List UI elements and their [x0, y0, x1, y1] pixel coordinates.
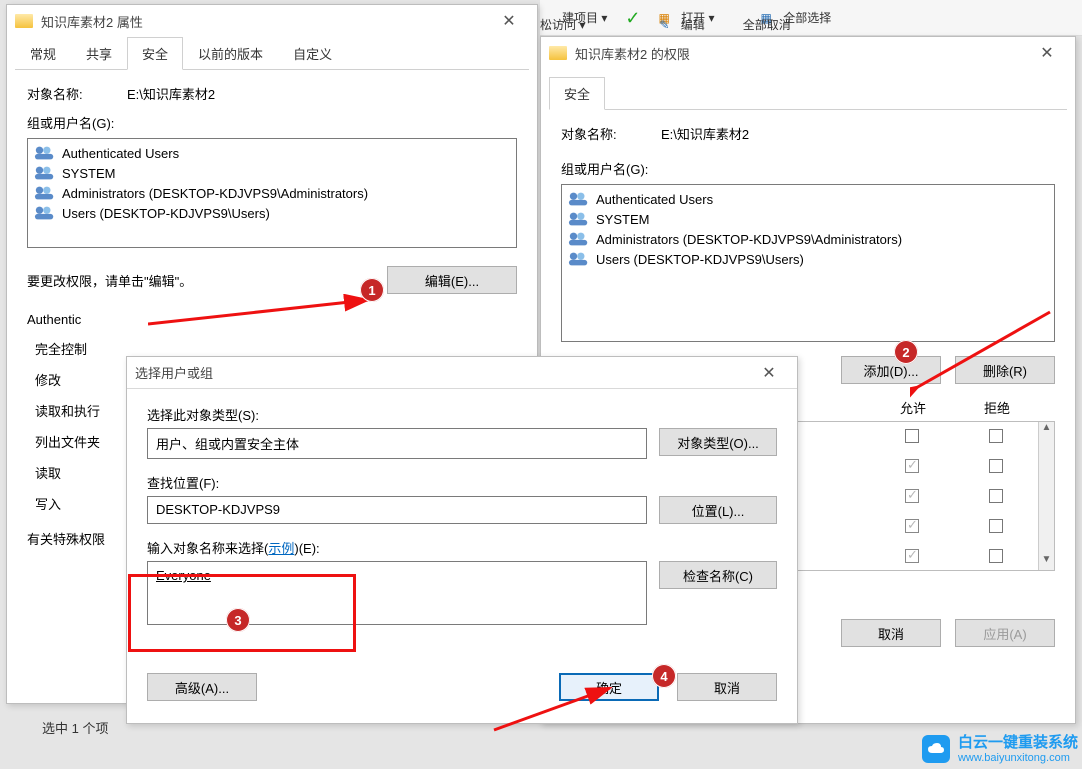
object-name-label: 对象名称: — [561, 124, 661, 143]
folder-icon — [15, 14, 33, 28]
object-type-field: 用户、组或内置安全主体 — [147, 428, 647, 459]
checkbox-allow[interactable] — [905, 519, 919, 533]
location-label: 查找位置(F): — [147, 473, 777, 492]
checkbox-allow[interactable] — [905, 459, 919, 473]
object-names-input[interactable]: Everyone — [147, 561, 647, 625]
tab-general[interactable]: 常规 — [15, 37, 71, 70]
tab-security[interactable]: 安全 — [127, 37, 183, 70]
tab-strip: 常规 共享 安全 以前的版本 自定义 — [15, 37, 529, 70]
ok-button[interactable]: 确定 — [559, 673, 659, 701]
edit-hint: 要更改权限，请单击"编辑"。 — [27, 271, 192, 290]
cloud-icon — [922, 735, 950, 763]
checkbox-deny[interactable] — [989, 459, 1003, 473]
folder-icon — [549, 46, 567, 60]
locations-button[interactable]: 位置(L)... — [659, 496, 777, 524]
ribbon-select-none[interactable]: 全部取消 — [743, 16, 791, 33]
object-path: E:\知识库素材2 — [661, 124, 749, 143]
checkbox-allow[interactable] — [905, 549, 919, 563]
apply-button[interactable]: 应用(A) — [955, 619, 1055, 647]
group-list-label: 组或用户名(G): — [27, 113, 517, 132]
object-path: E:\知识库素材2 — [127, 84, 215, 103]
example-link[interactable]: 示例 — [268, 541, 294, 556]
checkbox-allow[interactable] — [905, 489, 919, 503]
object-name-label: 对象名称: — [27, 84, 127, 103]
tab-custom[interactable]: 自定义 — [278, 37, 347, 70]
window-title: 知识库素材2 属性 — [41, 12, 489, 31]
tab-previous[interactable]: 以前的版本 — [183, 37, 278, 70]
perm-for: Authentic — [27, 312, 517, 327]
dialog-title: 选择用户或组 — [135, 363, 749, 382]
checkbox-deny[interactable] — [989, 519, 1003, 533]
close-icon[interactable]: ✕ — [749, 363, 789, 383]
advanced-button[interactable]: 高级(A)... — [147, 673, 257, 701]
scrollbar[interactable]: ▲▼ — [1038, 422, 1054, 570]
cancel-button[interactable]: 取消 — [841, 619, 941, 647]
user-group-list[interactable]: Authenticated Users SYSTEM Administrator… — [27, 138, 517, 248]
object-types-button[interactable]: 对象类型(O)... — [659, 428, 777, 456]
add-button[interactable]: 添加(D)... — [841, 356, 941, 384]
select-user-dialog: 选择用户或组 ✕ 选择此对象类型(S): 用户、组或内置安全主体 对象类型(O)… — [126, 356, 798, 724]
object-type-label: 选择此对象类型(S): — [147, 405, 777, 424]
user-group-list[interactable]: Authenticated Users SYSTEM Administrator… — [561, 184, 1055, 342]
close-icon[interactable]: ✕ — [489, 11, 529, 31]
check-names-button[interactable]: 检查名称(C) — [659, 561, 777, 589]
ribbon-item2[interactable]: 松访问 ▾ — [540, 16, 585, 33]
location-field: DESKTOP-KDJVPS9 — [147, 496, 647, 524]
group-list-label: 组或用户名(G): — [561, 159, 1055, 178]
names-label: 输入对象名称来选择(示例)(E): — [147, 538, 777, 557]
status-bar-text: 选中 1 个项 — [42, 718, 108, 737]
checkbox-deny[interactable] — [989, 489, 1003, 503]
window-title: 知识库素材2 的权限 — [575, 44, 1027, 63]
tab-share[interactable]: 共享 — [71, 37, 127, 70]
remove-button[interactable]: 删除(R) — [955, 356, 1055, 384]
watermark-logo: 白云一键重装系统 www.baiyunxitong.com — [922, 734, 1078, 765]
cancel-button[interactable]: 取消 — [677, 673, 777, 701]
checkbox-deny[interactable] — [989, 549, 1003, 563]
checkbox-allow[interactable] — [905, 429, 919, 443]
checkbox-deny[interactable] — [989, 429, 1003, 443]
close-icon[interactable]: ✕ — [1027, 43, 1067, 63]
ribbon-edit[interactable]: ✎ 编辑 — [659, 16, 704, 33]
edit-button[interactable]: 编辑(E)... — [387, 266, 517, 294]
tab-security[interactable]: 安全 — [549, 77, 605, 110]
